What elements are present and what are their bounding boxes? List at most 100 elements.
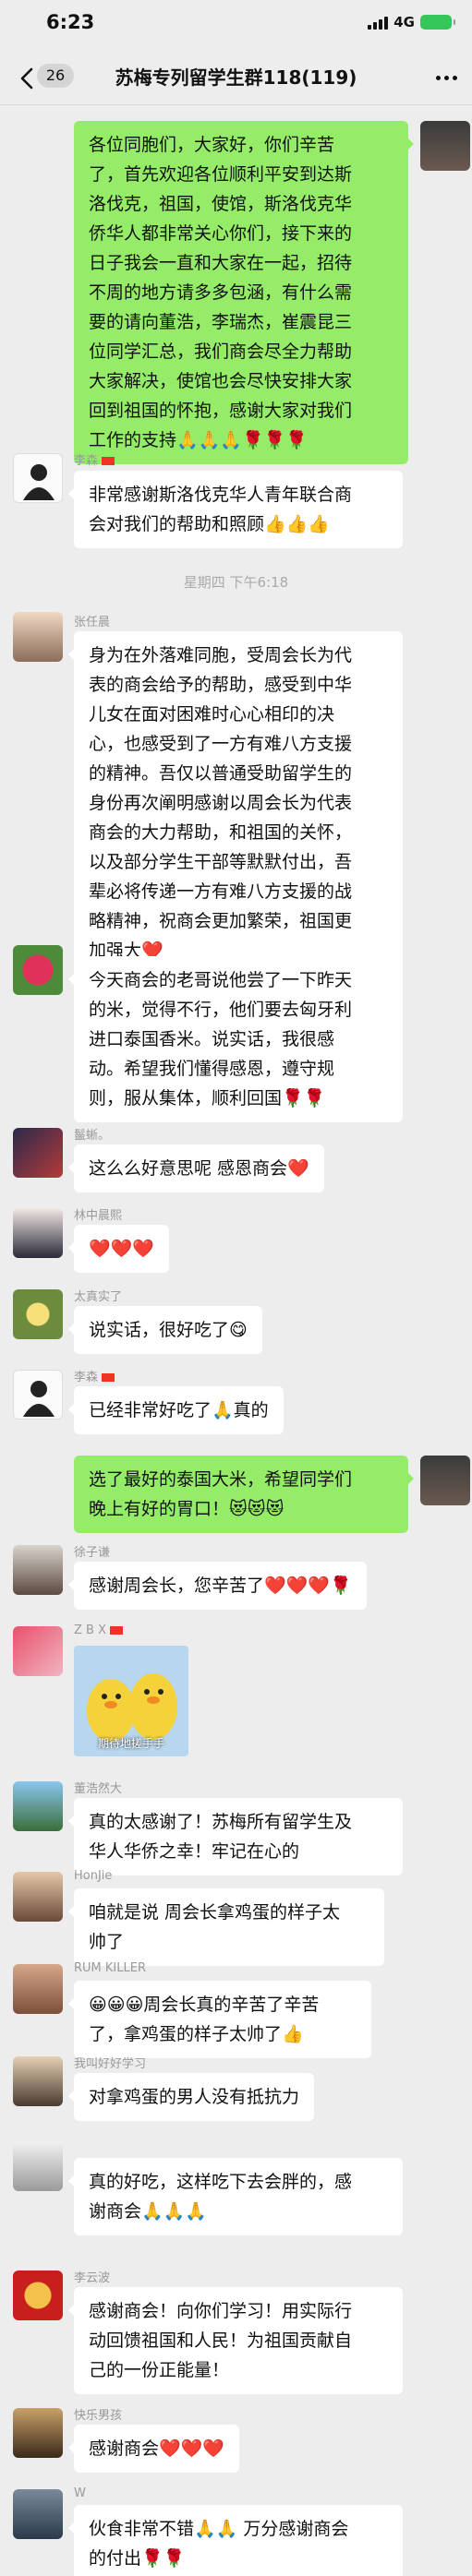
message-text-line: 略精神，祝商会更加繁荣，祖国更 [89,911,353,931]
more-dots-icon[interactable] [436,76,457,80]
message-bubble[interactable]: 感谢商会❤️❤️❤️ [68,2425,239,2473]
user-silhouette-icon [23,1381,54,1417]
message-text-line: 对拿鸡蛋的男人没有抵抗力 [89,2087,300,2107]
message-text-line: 选了最好的泰国大米，希望同学们 [89,1469,353,1490]
message-bubble[interactable]: 真的好吃，这样吃下去会胖的，感 谢商会🙏🙏🙏 [68,2158,403,2235]
signal-icon [368,16,389,30]
avatar[interactable] [13,1781,63,1831]
message-text-line: 工作的支持🙏🙏🙏🌹🌹🌹 [89,430,308,450]
avatar[interactable] [13,2270,63,2320]
avatar[interactable] [13,1964,63,2014]
message-text-line: 说实话，很好吃了😋 [89,1320,248,1340]
chat-title: 苏梅专列留学生群118(119) [115,66,357,89]
message-text-line: 动回馈祖国和人民！为祖国贡献自 [89,2330,353,2351]
message-text-line: 晚上有好的胃口！😻😻😻 [89,1499,284,1519]
message-text-line: 各位同胞们，大家好，你们辛苦 [89,135,335,155]
message-bubble[interactable]: 😀😀😀周会长真的辛苦了辛苦 了，拿鸡蛋的样子太帅了👍 [68,1981,371,2058]
message-text-line: 😀😀😀周会长真的辛苦了辛苦 [89,1995,320,2015]
message-bubble[interactable]: ❤️❤️❤️ [68,1225,169,1273]
sender-name: W [74,2486,86,2500]
time-divider: 星期四 下午6:18 [183,574,289,591]
message-bubble[interactable]: 感谢周会长，您辛苦了❤️❤️❤️🌹 [68,1562,367,1610]
message-text-line: 感谢周会长，您辛苦了❤️❤️❤️🌹 [89,1576,352,1596]
sender-name: 李森 [74,1367,115,1384]
message-text-line: 了，拿鸡蛋的样子太帅了👍 [89,2024,304,2044]
message-text-line: 身为在外落难同胞，受周会长为代 [89,645,353,665]
message-text-line: 的米，觉得不行，他们要去匈牙利 [89,1000,353,1020]
sender-name: 我叫好好学习 [74,2057,147,2071]
avatar[interactable] [13,1872,63,1922]
avatar[interactable] [13,945,63,995]
message-text-line: ❤️❤️❤️ [89,1239,154,1259]
status-bar: 6:23 4G [0,0,472,48]
message-text-line: 真的太感谢了！苏梅所有留学生及 [89,1812,353,1832]
message-text-line: 伙食非常不错🙏🙏 万分感谢商会 [89,2519,349,2539]
message-bubble[interactable]: 对拿鸡蛋的男人没有抵抗力 [67,2073,315,2121]
message-bubble[interactable]: 非常感谢斯洛伐克华人青年联合商 会对我们的帮助和照顾👍👍👍 [68,471,403,548]
message-text-line: 的精神。吾仅以普通受助留学生的 [89,763,353,784]
sender-name: 张任晨 [74,616,111,629]
message-text-line: 洛伐克，祖国，使馆，斯洛伐克华 [89,194,353,214]
message-bubble[interactable]: 咱就是说 周会长拿鸡蛋的样子太 帅了 [68,1888,384,1966]
sender-name: 鬣蜥。 [74,1129,111,1143]
message-bubble[interactable]: 身为在外落难同胞，受周会长为代 表的商会给予的帮助，感受到中华 儿女在面对困难时心心… [68,631,403,975]
message-bubble[interactable]: 说实话，很好吃了😋 [68,1306,262,1354]
avatar[interactable] [13,2141,63,2191]
message-text-line: 动。希望我们懂得感恩，遵守规 [89,1059,335,1079]
message-bubble[interactable]: 这么么好意思呢 感恩商会❤️ [68,1144,324,1192]
status-time: 6:23 [46,11,95,33]
message-text-line: 华人华侨之幸！牢记在心的 [89,1841,300,1862]
network-type: 4G [393,14,415,30]
avatar[interactable] [13,2056,63,2106]
message-text-line: 则，服从集体，顺利回国🌹🌹 [89,1088,326,1108]
message-text-line: 儿女在面对困难时心心相印的决 [89,704,335,725]
message-text-line: 回到祖国的怀抱，感谢大家对我们 [89,401,353,421]
message-bubble[interactable]: 已经非常好吃了🙏真的 [68,1386,284,1434]
message-text-line: 了，首先欢迎各位顺利平安到达斯 [89,164,353,185]
message-text-line: 会对我们的帮助和照顾👍👍👍 [89,514,330,534]
unread-count-badge[interactable]: 26 [37,64,74,88]
message-text-line: 真的好吃，这样吃下去会胖的，感 [89,2172,353,2192]
message-bubble-own[interactable]: 选了最好的泰国大米，希望同学们 晚上有好的胃口！😻😻😻 [74,1456,414,1533]
message-bubble-own[interactable]: 各位同胞们，大家好，你们辛苦 了，首先欢迎各位顺利平安到达斯 洛伐克，祖国，使馆，斯… [74,121,414,464]
avatar[interactable] [13,1289,63,1339]
avatar[interactable] [13,1370,63,1420]
avatar[interactable] [13,612,63,662]
message-text-line: 这么么好意思呢 感恩商会❤️ [89,1158,309,1179]
message-bubble[interactable]: 伙食非常不错🙏🙏 万分感谢商会 的付出🌹🌹 [68,2505,403,2576]
avatar[interactable] [13,1545,63,1595]
message-text-line: 感谢商会！向你们学习！用实际行 [89,2301,353,2321]
sender-name: 李云波 [74,2271,111,2285]
flag-icon [102,1373,115,1382]
own-avatar[interactable] [420,121,470,171]
avatar[interactable] [13,2408,63,2458]
message-text-line: 以及部分学生干部等默默付出，吾 [89,852,353,872]
sticker-caption: 期待地搓手手 [97,1737,164,1750]
message-text-line: 已经非常好吃了🙏真的 [89,1400,269,1420]
sender-name: 董浩然大 [74,1782,123,1796]
message-text-line: 非常感谢斯洛伐克华人青年联合商 [89,485,353,505]
message-bubble[interactable]: 今天商会的老哥说他尝了一下昨天 的米，觉得不行，他们要去匈牙利 进口泰国香米。说实话… [68,956,403,1122]
sender-name: 徐子谦 [74,1546,111,1560]
sender-name: RUM KILLER [74,1961,146,1975]
own-avatar[interactable] [420,1456,470,1505]
avatar[interactable] [13,1208,63,1258]
message-bubble[interactable]: 感谢商会！向你们学习！用实际行 动回馈祖国和人民！为祖国贡献自 己的一份正能量！ [68,2287,403,2394]
message-text-line: 咱就是说 周会长拿鸡蛋的样子太 [89,1902,341,1923]
message-text-line: 进口泰国香米。说实话，我很感 [89,1029,335,1049]
avatar[interactable] [13,1626,63,1676]
message-text-line: 感谢商会❤️❤️❤️ [89,2438,224,2459]
avatar[interactable] [13,453,63,503]
avatar[interactable] [13,2489,63,2539]
sender-name: 林中晨熙 [74,1209,123,1223]
message-text-line: 日子我会一直和大家在一起，招待 [89,253,353,273]
avatar[interactable] [13,1128,63,1178]
message-text-line: 位同学汇总，我们商会尽全力帮助 [89,341,353,362]
sender-name: 快乐男孩 [74,2409,123,2423]
sticker-image[interactable]: 期待地搓手手 [74,1646,188,1756]
message-text-line: 辈必将传递一方有难八方支援的战 [89,881,353,902]
sender-name: HonJie [74,1869,113,1883]
message-text-line: 大家解决，使馆也会尽快安排大家 [89,371,353,391]
message-bubble[interactable]: 真的太感谢了！苏梅所有留学生及 华人华侨之幸！牢记在心的 [68,1798,403,1875]
flag-icon [110,1626,123,1635]
